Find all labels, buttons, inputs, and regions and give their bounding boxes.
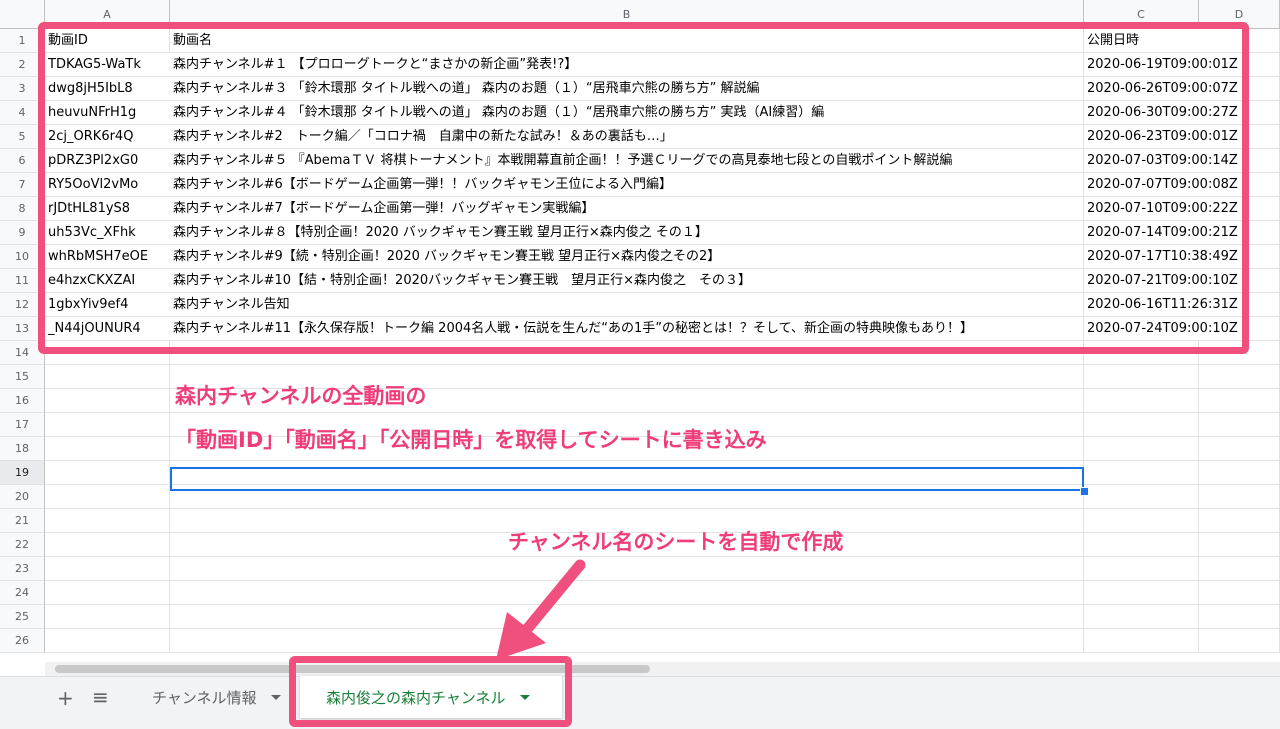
chevron-down-icon[interactable] — [270, 694, 281, 700]
arrow-icon — [496, 559, 586, 660]
tab-highlight-frame — [289, 656, 572, 727]
add-sheet-button[interactable]: + — [57, 686, 74, 710]
sheet-tab-channel-info[interactable]: チャンネル情報 — [152, 676, 281, 718]
sheet-tab-label: チャンネル情報 — [152, 688, 257, 707]
all-sheets-menu-icon[interactable]: ≡ — [92, 685, 109, 709]
